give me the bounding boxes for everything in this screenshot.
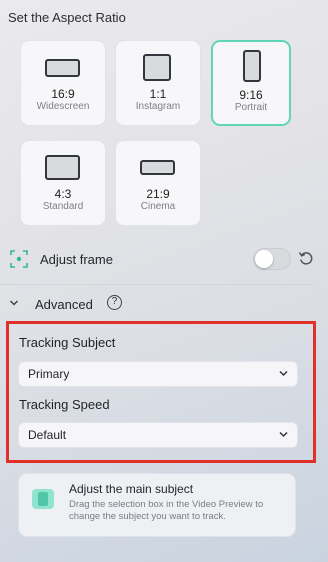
frame-icon <box>10 250 28 268</box>
adjust-frame-toggle[interactable] <box>253 248 291 270</box>
advanced-label[interactable]: Advanced <box>35 297 93 312</box>
aspect-name-label: Standard <box>42 201 84 212</box>
aspect-ratio-label: 1:1 <box>149 87 167 101</box>
divider <box>0 284 314 285</box>
select-value: Default <box>28 428 67 442</box>
aspect-ratio-title: Set the Aspect Ratio <box>8 10 126 25</box>
reset-icon[interactable] <box>298 250 314 266</box>
aspect-ratio-label: 9:16 <box>239 88 263 102</box>
square-shape-icon <box>143 54 171 81</box>
aspect-card-4-3[interactable]: 4:3 Standard <box>20 140 106 226</box>
cinema-shape-icon <box>140 160 175 175</box>
aspect-card-1-1[interactable]: 1:1 Instagram <box>115 40 201 126</box>
subject-tracking-icon <box>32 489 54 509</box>
aspect-name-label: Widescreen <box>36 101 90 112</box>
chevron-down-icon[interactable] <box>9 298 19 308</box>
hint-description: Drag the selection box in the Video Prev… <box>69 499 264 522</box>
widescreen-shape-icon <box>45 59 80 77</box>
help-icon[interactable]: ? <box>107 295 122 310</box>
aspect-name-label: Instagram <box>135 101 181 112</box>
aspect-ratio-label: 16:9 <box>51 87 75 101</box>
aspect-card-21-9[interactable]: 21:9 Cinema <box>115 140 201 226</box>
adjust-subject-hint: Adjust the main subject Drag the selecti… <box>19 474 295 536</box>
tracking-subject-select[interactable]: Primary <box>19 362 297 386</box>
aspect-name-label: Portrait <box>234 102 268 113</box>
chevron-down-icon <box>279 370 288 377</box>
toggle-knob <box>255 250 273 268</box>
tracking-subject-label: Tracking Subject <box>19 335 116 350</box>
tracking-speed-select[interactable]: Default <box>19 423 297 447</box>
aspect-card-9-16[interactable]: 9:16 Portrait <box>211 40 291 126</box>
aspect-ratio-label: 4:3 <box>54 187 72 201</box>
portrait-shape-icon <box>243 50 261 82</box>
aspect-name-label: Cinema <box>140 201 176 212</box>
aspect-card-16-9[interactable]: 16:9 Widescreen <box>20 40 106 126</box>
select-value: Primary <box>28 367 70 381</box>
subject-tracking-icon-inner <box>38 492 48 506</box>
adjust-frame-label: Adjust frame <box>40 252 113 267</box>
chevron-down-icon <box>279 431 288 438</box>
tracking-speed-label: Tracking Speed <box>19 397 110 412</box>
standard-shape-icon <box>45 155 80 180</box>
hint-title: Adjust the main subject <box>69 482 194 496</box>
aspect-ratio-label: 21:9 <box>146 187 170 201</box>
